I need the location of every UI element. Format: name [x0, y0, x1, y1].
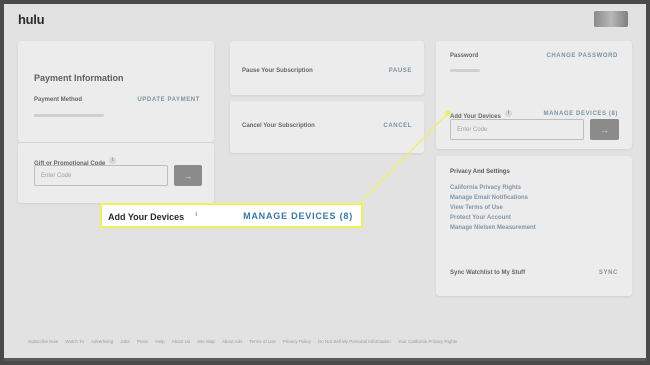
arrow-right-icon: → [183, 170, 193, 181]
pause-label: Pause Your Subscription [242, 68, 313, 74]
privacy-card: Privacy And Settings California Privacy … [436, 156, 632, 296]
footer-link[interactable]: Jobs [120, 339, 130, 344]
devices-callout: Add Your Devices i MANAGE DEVICES (8) [100, 203, 363, 228]
payment-method-label: Payment Method [34, 97, 83, 103]
gift-card: Gift or Promotional Codei Enter Code → [18, 143, 214, 203]
privacy-link[interactable]: California Privacy Rights [450, 185, 536, 191]
callout-manage-devices-link[interactable]: MANAGE DEVICES (8) [243, 211, 353, 221]
manage-devices-link[interactable]: MANAGE DEVICES (8) [544, 111, 618, 117]
footer-link[interactable]: Your California Privacy Rights [398, 339, 457, 344]
privacy-link[interactable]: Manage Email Notifications [450, 195, 536, 201]
device-code-submit-button[interactable]: → [590, 119, 619, 140]
gift-code-input[interactable]: Enter Code [34, 165, 168, 186]
privacy-link[interactable]: Manage Nielsen Measurement [450, 225, 536, 231]
payment-method-redacted [34, 114, 104, 117]
footer-link[interactable]: About Ads [222, 339, 243, 344]
info-icon[interactable]: i [504, 110, 512, 118]
footer-link[interactable]: Watch Tv [65, 339, 84, 344]
account-page: hulu Payment Information Payment Method … [4, 4, 646, 361]
footer-link[interactable]: Subscribe Now [28, 339, 58, 344]
password-label: Password [450, 53, 479, 59]
footer-link[interactable]: Terms of Use [249, 339, 276, 344]
bottom-divider [4, 358, 646, 361]
hulu-logo[interactable]: hulu [18, 12, 45, 27]
info-icon[interactable]: i [109, 157, 117, 165]
arrow-right-icon: → [600, 124, 609, 135]
privacy-title: Privacy And Settings [450, 169, 510, 175]
sync-link[interactable]: SYNC [599, 270, 618, 276]
gift-submit-button[interactable]: → [174, 165, 202, 186]
footer-link[interactable]: Help [155, 339, 164, 344]
cancel-card: Cancel Your Subscription CANCEL [230, 101, 424, 153]
payment-title: Payment Information [34, 73, 124, 83]
cancel-link[interactable]: CANCEL [383, 123, 412, 129]
info-icon: i [195, 212, 197, 219]
pause-link[interactable]: PAUSE [389, 68, 412, 74]
privacy-links: California Privacy Rights Manage Email N… [450, 185, 536, 231]
privacy-link[interactable]: Protect Your Account [450, 215, 536, 221]
footer-link[interactable]: Site Map [197, 339, 215, 344]
footer-link[interactable]: Do Not Sell My Personal Information [318, 339, 391, 344]
cancel-label: Cancel Your Subscription [242, 123, 315, 129]
footer-link[interactable]: Privacy Policy [283, 339, 311, 344]
sync-label: Sync Watchlist to My Stuff [450, 270, 526, 276]
device-code-input[interactable]: Enter Code [450, 119, 584, 140]
profile-avatar[interactable] [594, 11, 628, 27]
password-redacted [450, 69, 480, 72]
footer-link[interactable]: Press [137, 339, 149, 344]
account-card: Password CHANGE PASSWORD Add Your Device… [436, 41, 632, 149]
update-payment-link[interactable]: UPDATE PAYMENT [137, 97, 200, 103]
footer-link[interactable]: Advertising [91, 339, 113, 344]
footer-link[interactable]: About Us [172, 339, 191, 344]
callout-devices-label: Add Your Devices [108, 211, 185, 222]
change-password-link[interactable]: CHANGE PASSWORD [546, 53, 618, 59]
payment-card: Payment Information Payment Method UPDAT… [18, 41, 214, 142]
footer-links: Subscribe Now Watch Tv Advertising Jobs … [28, 339, 457, 344]
pause-card: Pause Your Subscription PAUSE [230, 41, 424, 95]
privacy-link[interactable]: View Terms of Use [450, 205, 536, 211]
